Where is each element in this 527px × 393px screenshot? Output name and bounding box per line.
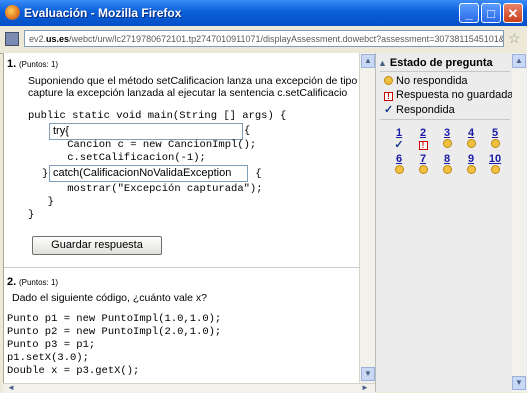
question-1-header: 1. (Puntos: 1)	[7, 58, 58, 70]
code-line: mostrar("Excepción capturada");	[42, 183, 263, 195]
nav-question-7[interactable]: 7	[413, 153, 433, 176]
legend-label: Respondida	[396, 104, 455, 116]
unanswered-dot-icon	[418, 165, 428, 174]
nav-question-10[interactable]: 10	[485, 153, 505, 176]
unsaved-flag-icon: !	[418, 141, 428, 150]
nav-question-8[interactable]: 8	[437, 153, 457, 176]
question-1-text-line2: capture la excepción lanzada al ejecutar…	[28, 87, 348, 99]
divider	[380, 71, 510, 72]
window-title: Evaluación - Mozilla Firefox	[24, 6, 182, 20]
unsaved-flag-icon: !	[384, 92, 393, 101]
unanswered-dot-icon	[466, 139, 476, 148]
nav-question-4[interactable]: 4	[461, 127, 481, 150]
code-line: Cancion c = new CancionImpl();	[42, 139, 257, 151]
unanswered-dot-icon	[394, 165, 404, 174]
question-separator	[4, 267, 360, 268]
panel-scroll-up-icon[interactable]: ▲	[512, 54, 526, 68]
code-line: }	[28, 209, 35, 221]
maximize-button[interactable]: □	[481, 3, 501, 23]
divider	[380, 119, 510, 120]
code-line: c.setCalificacion(-1);	[42, 152, 206, 164]
panel-title: ▲ Estado de pregunta	[378, 57, 493, 69]
code-line: public static void main(String [] args) …	[28, 110, 287, 122]
question-2-points: (Puntos: 1)	[18, 278, 59, 287]
legend-label: Respuesta no guardada	[396, 89, 514, 101]
code-line: Punto p3 = p1;	[7, 339, 96, 351]
question-status-panel: ▲ Estado de pregunta No respondida ! Respu…	[375, 53, 527, 392]
unanswered-dot-icon	[466, 165, 476, 174]
unanswered-dot-icon	[442, 139, 452, 148]
legend-unanswered: No respondida	[384, 75, 468, 87]
unanswered-dot-icon	[490, 139, 500, 148]
panel-title-text: Estado de pregunta	[389, 57, 493, 69]
nav-question-9[interactable]: 9	[461, 153, 481, 176]
url-path: /webct/urw/lc2719780672101.tp27470109110…	[69, 34, 504, 44]
unanswered-dot-icon	[384, 76, 393, 85]
code-line: Double x = p3.getX();	[7, 365, 140, 377]
code-line: }	[35, 196, 54, 208]
url-field[interactable]: ev2.us.es/webct/urw/lc2719780672101.tp27…	[24, 30, 504, 47]
panel-scrollbar[interactable]: ▲ ▼	[512, 53, 526, 392]
assessment-content: 1. (Puntos: 1) Suponiendo que el método …	[3, 53, 360, 383]
answer-blank-1[interactable]: try{	[49, 123, 243, 140]
code-line: {	[249, 168, 262, 180]
code-line: }	[42, 168, 49, 180]
unanswered-dot-icon	[442, 165, 452, 174]
nav-question-2[interactable]: 2 !	[413, 127, 433, 150]
question-2-number: 2.	[7, 276, 17, 288]
legend-unsaved: ! Respuesta no guardada	[384, 89, 513, 101]
url-domain: us.es	[46, 34, 70, 44]
save-answer-button[interactable]: Guardar respuesta	[32, 236, 162, 255]
bookmark-star-icon[interactable]: ☆	[508, 30, 521, 47]
question-1-text-line1: Suponiendo que el método setCalificacion…	[28, 75, 358, 87]
checkmark-icon: ✓	[384, 104, 394, 116]
checkmark-icon: ✓	[394, 139, 404, 151]
question-2-header: 2. (Puntos: 1)	[7, 276, 58, 288]
legend-label: No respondida	[396, 75, 468, 87]
address-bar: ev2.us.es/webct/urw/lc2719780672101.tp27…	[0, 26, 527, 54]
question-1-number: 1.	[7, 58, 17, 70]
nav-question-6[interactable]: 6	[389, 153, 409, 176]
nav-question-3[interactable]: 3	[437, 127, 457, 150]
code-line: p1.setX(3.0);	[7, 352, 89, 364]
scroll-down-icon[interactable]: ▼	[361, 367, 375, 381]
close-button[interactable]: ✕	[503, 3, 523, 23]
code-line: {	[244, 125, 251, 137]
unanswered-dot-icon	[490, 165, 500, 174]
content-vertical-scrollbar[interactable]: ▲ ▼	[359, 53, 375, 383]
answer-blank-2[interactable]: catch(CalificacionNoValidaException	[49, 165, 248, 182]
url-prefix: ev2.	[29, 34, 47, 44]
code-line: Punto p1 = new PuntoImpl(1.0,1.0);	[7, 313, 222, 325]
window-titlebar: Evaluación - Mozilla Firefox _ □ ✕	[0, 0, 527, 26]
nav-question-5[interactable]: 5	[485, 127, 505, 150]
site-icon	[5, 32, 19, 46]
minimize-button[interactable]: _	[459, 3, 479, 23]
question-2-text: Dado el siguiente código, ¿cuánto vale x…	[12, 292, 207, 304]
question-1-points: (Puntos: 1)	[18, 60, 59, 69]
collapse-icon[interactable]: ▲	[378, 58, 387, 68]
firefox-icon	[5, 5, 20, 20]
nav-question-1[interactable]: 1 ✓	[389, 127, 409, 151]
scroll-up-icon[interactable]: ▲	[361, 54, 375, 68]
legend-answered: ✓ Respondida	[384, 103, 455, 116]
code-line: Punto p2 = new PuntoImpl(2.0,1.0);	[7, 326, 222, 338]
panel-scroll-down-icon[interactable]: ▼	[512, 376, 526, 390]
